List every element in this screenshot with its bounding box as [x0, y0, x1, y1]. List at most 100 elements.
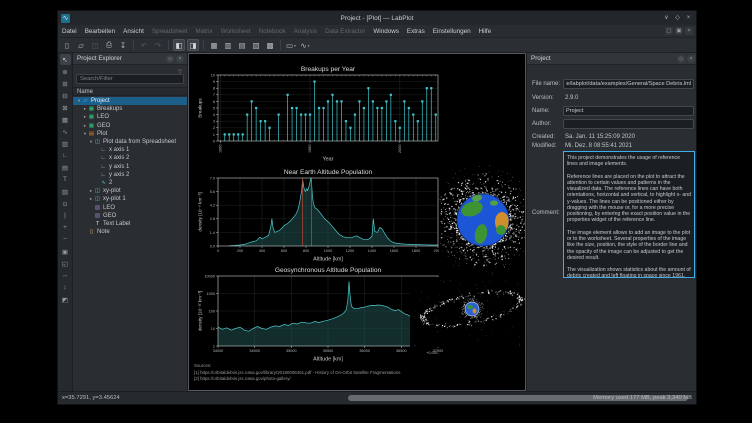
tree-item-note[interactable]: ▯Note — [73, 228, 187, 236]
project-explorer-header[interactable]: Project Explorer ◇× — [73, 53, 187, 65]
zoom-y-select-tool-icon[interactable]: ⊠ — [60, 102, 71, 113]
dock-float-button[interactable]: ◇ — [166, 55, 174, 63]
tree-item-2[interactable]: ∿2 — [73, 179, 187, 187]
navigate-tool-icon[interactable]: ⊕ — [60, 66, 71, 77]
comment-textarea[interactable]: This project demonstrates the usage of r… — [563, 151, 695, 278]
menu-datei[interactable]: Datei — [58, 25, 81, 38]
add-curve-dropdown-icon[interactable]: ∿▾ — [299, 39, 311, 51]
add-axis-icon[interactable]: ∟ — [60, 150, 71, 161]
geo-debris-image[interactable] — [410, 277, 526, 347]
project-explorer-panel: Project Explorer ◇× ▽ Name ▾▱Project▸▦Br… — [73, 53, 188, 391]
breakups-per-year-plot[interactable]: 012345678910196019802000Breakups per Yea… — [197, 64, 445, 162]
tree-item-y-axis-2[interactable]: ∟y axis 2 — [73, 171, 187, 179]
menu-spreadsheet[interactable]: Spreadsheet — [148, 25, 192, 38]
menu-einstellungen[interactable]: Einstellungen — [429, 25, 475, 38]
add-custom-point-icon[interactable]: ⊙ — [60, 198, 71, 209]
auto-scale-icon[interactable]: ◱ — [60, 258, 71, 269]
tree-item-y-axis-1[interactable]: ∟y axis 1 — [73, 163, 187, 171]
zoom-in-icon[interactable]: + — [60, 222, 71, 233]
minimize-button[interactable]: ∨ — [662, 14, 671, 23]
tree-item-label: Text Label — [103, 221, 130, 227]
dock-float-button[interactable]: ◇ — [677, 55, 685, 63]
tree-item-plot-data-from-spreadsheet[interactable]: ▾◫Plot data from Spreadsheet — [73, 138, 187, 146]
modified-value: Mi. Dez. 8 08:55:41 2021 — [565, 143, 632, 149]
tree-item-geo[interactable]: ▸▦GEO — [73, 122, 187, 130]
svg-text:1800: 1800 — [412, 249, 420, 253]
add-histogram-icon[interactable]: ▥ — [60, 138, 71, 149]
zoom-x-select-tool-icon[interactable]: ⊟ — [60, 90, 71, 101]
tree-item-breakups[interactable]: ▸▦Breakups — [73, 105, 187, 113]
dock-close-button[interactable]: × — [176, 55, 184, 63]
print-icon[interactable]: ⎙ — [103, 39, 115, 51]
geosynchronous-altitude-plot[interactable]: 1101001000100003400034500350003550036000… — [197, 265, 445, 362]
file-name-input[interactable] — [563, 79, 694, 89]
menu-worksheet[interactable]: Worksheet — [217, 25, 255, 38]
new-worksheet-icon[interactable]: ▤ — [236, 39, 248, 51]
svg-text:2.8: 2.8 — [210, 217, 215, 221]
author-input[interactable] — [563, 119, 694, 129]
tree-item-xy-plot-1[interactable]: ▸◫xy-plot 1 — [73, 195, 187, 203]
tree-item-leo[interactable]: ▸▦LEO — [73, 113, 187, 121]
auto-scale-x-icon[interactable]: ↔ — [60, 270, 71, 281]
add-image-icon[interactable]: ▨ — [60, 186, 71, 197]
child-maximize-button[interactable]: ▣ — [675, 27, 683, 35]
menu-data-extractor[interactable]: Data Extractor — [321, 25, 369, 38]
tree-item-geo[interactable]: ▨GEO — [73, 212, 187, 220]
toggle-properties-explorer-icon[interactable]: ◨ — [187, 39, 199, 51]
properties-header[interactable]: Project ◇× — [527, 53, 697, 65]
new-project-icon[interactable]: ▯ — [61, 39, 73, 51]
child-close-button[interactable]: × — [685, 27, 693, 35]
tree-item-plot[interactable]: ▾▤Plot — [73, 130, 187, 138]
leo-debris-image[interactable] — [439, 164, 526, 276]
search-input[interactable] — [76, 74, 184, 84]
tree-item-x-axis-2[interactable]: ∟x axis 2 — [73, 154, 187, 162]
save-project-icon: ◫ — [89, 39, 101, 51]
add-reference-line-icon[interactable]: | — [60, 210, 71, 221]
add-text-label-icon[interactable]: T — [60, 174, 71, 185]
add-plot-icon[interactable]: ▦ — [60, 114, 71, 125]
new-matrix-icon[interactable]: ▥ — [222, 39, 234, 51]
select-tool-icon[interactable]: ↖ — [60, 54, 71, 65]
name-input[interactable] — [563, 106, 694, 116]
svg-text:1400: 1400 — [368, 249, 376, 253]
new-notebook-icon[interactable]: ▧ — [250, 39, 262, 51]
tree-item-x-axis-1[interactable]: ∟x axis 1 — [73, 146, 187, 154]
new-spreadsheet-icon[interactable]: ▦ — [208, 39, 220, 51]
near-earth-altitude-plot[interactable]: 0.01.42.84.25.67.00200400600800100012001… — [197, 167, 445, 262]
menu-analysis[interactable]: Analysis — [290, 25, 321, 38]
new-datapicker-icon[interactable]: ▩ — [264, 39, 276, 51]
tree-item-xy-plot[interactable]: ▸◫xy-plot — [73, 187, 187, 195]
zoom-select-tool-icon[interactable]: ⊞ — [60, 78, 71, 89]
export-icon[interactable]: ↧ — [117, 39, 129, 51]
menu-notebook[interactable]: Notebook — [255, 25, 290, 38]
menu-matrix[interactable]: Matrix — [192, 25, 217, 38]
new-plot-dropdown-icon[interactable]: ▭▾ — [285, 39, 297, 51]
worksheet-view[interactable]: 012345678910196019802000Breakups per Yea… — [188, 53, 526, 391]
tree-item-project[interactable]: ▾▱Project — [73, 97, 187, 105]
original-size-icon[interactable]: ▣ — [60, 246, 71, 257]
close-button[interactable]: × — [684, 14, 693, 23]
toggle-project-explorer-icon[interactable]: ◧ — [173, 39, 185, 51]
svg-text:4: 4 — [213, 113, 215, 117]
svg-text:7: 7 — [213, 93, 215, 97]
title-bar[interactable]: ∿ Project - [Plot] — LabPlot ∨◇× — [58, 11, 696, 25]
tree-item-leo[interactable]: ▨LEO — [73, 203, 187, 211]
menu-windows[interactable]: Windows — [369, 25, 403, 38]
toolbar-separator — [133, 40, 134, 50]
child-restore-button[interactable]: ▢ — [665, 27, 673, 35]
sources-text-label[interactable]: Sources: [1] https://orbitaldebris.jsc.n… — [194, 363, 400, 383]
open-project-icon[interactable]: ▱ — [75, 39, 87, 51]
menu-hilfe[interactable]: Hilfe — [475, 25, 496, 38]
maximize-button[interactable]: ◇ — [673, 14, 682, 23]
menu-extras[interactable]: Extras — [403, 25, 429, 38]
add-legend-icon[interactable]: ▤ — [60, 162, 71, 173]
menu-ansicht[interactable]: Ansicht — [119, 25, 148, 38]
auto-scale-y-icon[interactable]: ↕ — [60, 282, 71, 293]
zoom-out-icon[interactable]: − — [60, 234, 71, 245]
tree-item-text-label[interactable]: TText Label — [73, 220, 187, 228]
svg-text:6: 6 — [213, 100, 215, 104]
dock-close-button[interactable]: × — [687, 55, 695, 63]
add-curve-icon[interactable]: ∿ — [60, 126, 71, 137]
shift-view-icon[interactable]: ◩ — [60, 294, 71, 305]
menu-bearbeiten[interactable]: Bearbeiten — [81, 25, 119, 38]
